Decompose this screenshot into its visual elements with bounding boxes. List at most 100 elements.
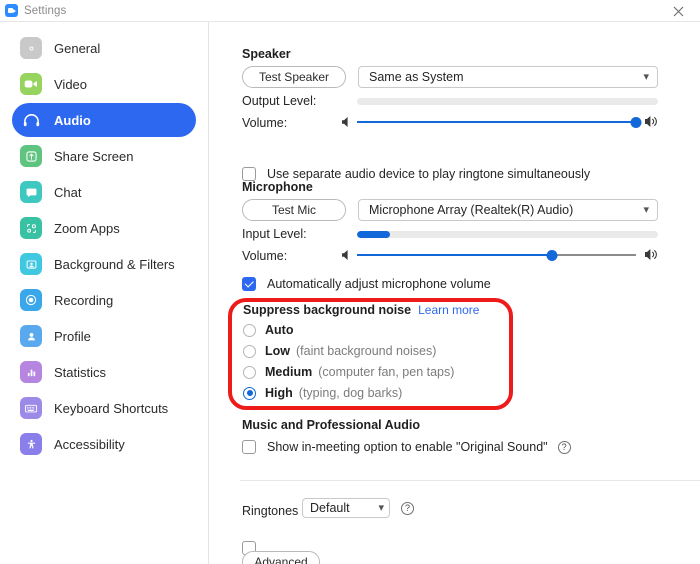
sidebar-item-label: Recording [54, 292, 114, 308]
output-level-label: Output Level: [242, 94, 317, 108]
window-title: Settings [24, 4, 67, 17]
output-level-meter [357, 98, 658, 105]
sidebar-item-label: Video [54, 76, 88, 92]
suppress-noise-heading: Suppress background noise [243, 303, 412, 317]
microphone-mute-icon [341, 249, 352, 261]
chevron-down-icon: ▾ [378, 501, 384, 514]
separate-ringtone-checkbox-row[interactable]: Use separate audio device to play ringto… [242, 167, 590, 181]
audio-settings-panel: Speaker Test Speaker Same as System ▾ Ou… [210, 22, 700, 564]
microphone-device-value: Microphone Array (Realtek(R) Audio) [369, 203, 574, 217]
noise-option-label: High [265, 386, 293, 400]
noise-option-low[interactable]: Low (faint background noises) [243, 344, 436, 358]
sidebar-item-video[interactable]: Video [12, 67, 196, 101]
original-sound-label: Show in-meeting option to enable "Origin… [267, 440, 548, 454]
sidebar-item-keyboard-shortcuts[interactable]: Keyboard Shortcuts [12, 391, 196, 425]
speaker-mute-icon [341, 116, 352, 128]
sidebar-item-label: Profile [54, 328, 91, 344]
question-mark-icon[interactable]: ? [401, 502, 414, 515]
sidebar-item-profile[interactable]: Profile [12, 319, 196, 353]
test-speaker-button[interactable]: Test Speaker [242, 66, 346, 88]
chevron-down-icon: ▾ [643, 203, 649, 216]
title-bar: Settings [0, 0, 700, 22]
noise-option-label: Auto [265, 323, 294, 337]
ringtones-select[interactable]: Default ▾ [302, 498, 390, 518]
auto-adjust-mic-label: Automatically adjust microphone volume [267, 277, 491, 291]
speaker-max-volume-icon [644, 115, 658, 128]
auto-adjust-mic-checkbox-row[interactable]: Automatically adjust microphone volume [242, 277, 491, 291]
input-level-label: Input Level: [242, 227, 307, 241]
sidebar-item-audio[interactable]: Audio [12, 103, 196, 137]
gear-icon [20, 37, 42, 59]
microphone-max-volume-icon [644, 248, 658, 261]
noise-option-hint: (faint background noises) [296, 344, 437, 358]
sidebar-item-label: Share Screen [54, 148, 134, 164]
chat-bubble-icon [20, 181, 42, 203]
ringtones-value: Default [310, 501, 350, 515]
sidebar-item-label: Audio [54, 112, 91, 128]
sidebar-item-label: Accessibility [54, 436, 125, 452]
zoom-settings-window: Settings General Video Audio Share Scree… [0, 0, 700, 564]
speaker-device-value: Same as System [369, 70, 464, 84]
keyboard-icon [20, 397, 42, 419]
noise-option-medium[interactable]: Medium (computer fan, pen taps) [243, 365, 454, 379]
sidebar-item-general[interactable]: General [12, 31, 196, 65]
noise-option-high[interactable]: High (typing, dog barks) [243, 386, 402, 400]
bar-chart-icon [20, 361, 42, 383]
speaker-device-select[interactable]: Same as System ▾ [358, 66, 658, 88]
noise-option-label: Medium [265, 365, 313, 379]
headphones-icon [20, 109, 42, 131]
sidebar-item-label: Keyboard Shortcuts [54, 400, 169, 416]
microphone-volume-label: Volume: [242, 249, 288, 263]
original-sound-checkbox-row[interactable]: Show in-meeting option to enable "Origin… [242, 440, 571, 454]
sidebar-item-share-screen[interactable]: Share Screen [12, 139, 196, 173]
close-icon[interactable] [656, 0, 700, 22]
question-mark-icon[interactable]: ? [557, 440, 571, 454]
sidebar-item-accessibility[interactable]: Accessibility [12, 427, 196, 461]
chevron-down-icon: ▾ [643, 70, 649, 83]
advanced-button[interactable]: Advanced [242, 551, 320, 564]
suppress-noise-learn-more-link[interactable]: Learn more [418, 303, 479, 317]
noise-radio-low[interactable] [243, 344, 256, 358]
microphone-device-select[interactable]: Microphone Array (Realtek(R) Audio) ▾ [358, 199, 658, 221]
microphone-heading: Microphone [242, 180, 313, 194]
noise-option-label: Low [265, 344, 290, 358]
sidebar-item-label: General [54, 40, 101, 56]
settings-sidebar: General Video Audio Share Screen Chat Zo… [0, 22, 209, 564]
music-audio-heading: Music and Professional Audio [242, 418, 421, 432]
sidebar-item-background-filters[interactable]: Background & Filters [12, 247, 196, 281]
ringtones-label: Ringtones [242, 504, 299, 518]
original-sound-checkbox[interactable] [242, 440, 256, 454]
test-mic-button[interactable]: Test Mic [242, 199, 346, 221]
noise-radio-high[interactable] [243, 386, 256, 400]
person-icon [20, 325, 42, 347]
zoom-apps-icon [20, 217, 42, 239]
sidebar-item-statistics[interactable]: Statistics [12, 355, 196, 389]
video-camera-icon [20, 73, 42, 95]
accessibility-icon [20, 433, 42, 455]
microphone-volume-slider[interactable] [357, 247, 636, 263]
noise-radio-medium[interactable] [243, 365, 256, 379]
separate-ringtone-checkbox[interactable] [242, 167, 256, 181]
speaker-heading: Speaker [242, 47, 291, 61]
sidebar-item-recording[interactable]: Recording [12, 283, 196, 317]
sidebar-item-zoom-apps[interactable]: Zoom Apps [12, 211, 196, 245]
sidebar-item-chat[interactable]: Chat [12, 175, 196, 209]
sidebar-item-label: Statistics [54, 364, 107, 380]
person-frame-icon [20, 253, 42, 275]
speaker-volume-slider[interactable] [357, 114, 642, 130]
sidebar-item-label: Zoom Apps [54, 220, 120, 236]
sidebar-item-label: Chat [54, 184, 82, 200]
separate-ringtone-label: Use separate audio device to play ringto… [267, 167, 591, 181]
sidebar-item-label: Background & Filters [54, 256, 175, 272]
noise-option-hint: (typing, dog barks) [298, 386, 403, 400]
zoom-camera-icon [5, 4, 18, 17]
noise-radio-auto[interactable] [243, 323, 256, 337]
noise-option-hint: (computer fan, pen taps) [318, 365, 455, 379]
input-level-meter [357, 231, 658, 238]
auto-adjust-mic-checkbox[interactable] [242, 277, 256, 291]
section-divider [240, 480, 700, 481]
share-screen-icon [20, 145, 42, 167]
noise-option-auto[interactable]: Auto [243, 323, 299, 337]
suppress-noise-heading-row: Suppress background noise Learn more [243, 303, 479, 317]
record-circle-icon [20, 289, 42, 311]
